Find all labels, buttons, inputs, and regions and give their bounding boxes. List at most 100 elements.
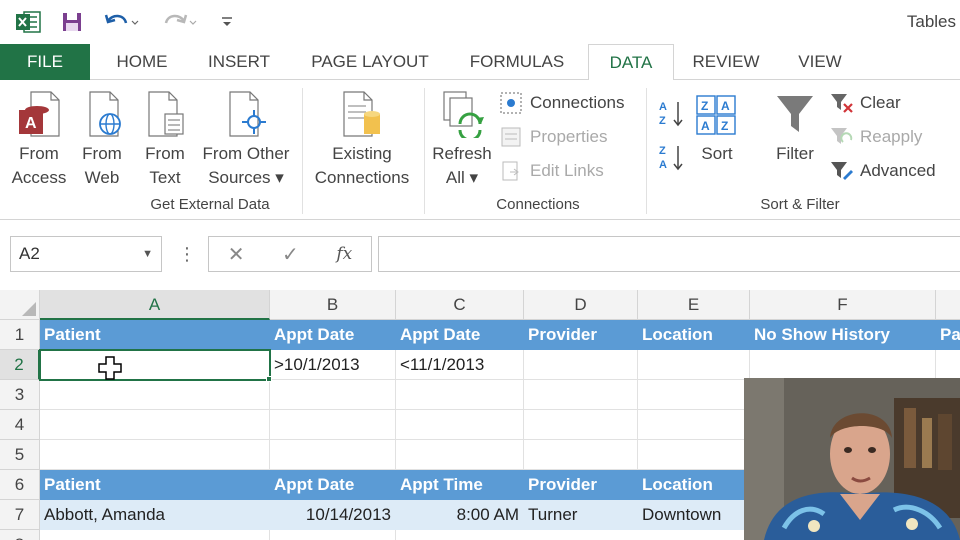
criteria-header-cell[interactable]: Location	[638, 320, 750, 350]
empty-cell[interactable]	[396, 380, 524, 410]
formula-input[interactable]	[378, 236, 960, 272]
row-header[interactable]: 3	[0, 380, 40, 410]
title-bar: Tables	[0, 0, 960, 44]
tab-review[interactable]: REVIEW	[684, 44, 768, 80]
filter-button[interactable]: Filter	[766, 90, 824, 166]
column-header[interactable]: D	[524, 290, 638, 320]
empty-cell[interactable]	[524, 410, 638, 440]
empty-cell[interactable]	[40, 410, 270, 440]
formula-bar-grip-icon[interactable]: ⋮	[178, 244, 196, 265]
redo-icon[interactable]	[160, 8, 200, 36]
empty-cell[interactable]	[396, 410, 524, 440]
criteria-header-cell[interactable]: Pa	[936, 320, 960, 350]
column-header[interactable]	[936, 290, 960, 320]
table-header-cell[interactable]: Location	[638, 470, 750, 500]
clear-filter-button[interactable]: Clear	[830, 90, 901, 116]
empty-cell[interactable]	[638, 410, 750, 440]
row-header[interactable]: 5	[0, 440, 40, 470]
table-cell[interactable]: 8:00 AM	[396, 500, 524, 530]
empty-cell[interactable]	[40, 380, 270, 410]
empty-cell[interactable]	[396, 440, 524, 470]
insert-function-icon[interactable]: fx	[336, 244, 352, 264]
empty-cell[interactable]	[524, 380, 638, 410]
from-access-button[interactable]: A From Access	[8, 90, 70, 190]
criteria-header-cell[interactable]: No Show History	[750, 320, 936, 350]
criteria-cell[interactable]	[936, 350, 960, 380]
connections-button[interactable]: Connections	[500, 90, 625, 116]
empty-cell[interactable]	[270, 380, 396, 410]
tab-insert[interactable]: INSERT	[196, 44, 282, 80]
criteria-cell[interactable]: <11/1/2013	[396, 350, 524, 380]
tab-data[interactable]: DATA	[588, 44, 674, 81]
tab-home[interactable]: HOME	[100, 44, 184, 80]
from-other-label-1: From Other	[202, 144, 290, 163]
table-cell[interactable]: Turner	[524, 500, 638, 530]
table-header-cell[interactable]: Appt Date	[270, 470, 396, 500]
customize-qat-icon[interactable]	[218, 8, 236, 36]
advanced-filter-button[interactable]: Advanced	[830, 158, 936, 184]
cancel-icon[interactable]: ✕	[228, 242, 245, 267]
column-header[interactable]: C	[396, 290, 524, 320]
svg-text:A: A	[659, 101, 667, 113]
row-header[interactable]: 7	[0, 500, 40, 530]
criteria-cell[interactable]	[750, 350, 936, 380]
refresh-all-button[interactable]: Refresh All ▾	[430, 90, 494, 190]
tab-view[interactable]: VIEW	[782, 44, 858, 80]
table-cell[interactable]: 10/14/2013	[270, 500, 396, 530]
window-title: Tables	[906, 12, 956, 31]
criteria-cell[interactable]: >10/1/2013	[270, 350, 396, 380]
table-cell[interactable]: Downtown	[638, 500, 750, 530]
table-cell[interactable]	[270, 530, 396, 540]
column-header[interactable]: B	[270, 290, 396, 320]
criteria-header-cell[interactable]: Appt Date	[396, 320, 524, 350]
tab-page-layout[interactable]: PAGE LAYOUT	[296, 44, 444, 80]
name-box[interactable]: A2 ▼	[10, 236, 162, 272]
criteria-cell[interactable]	[524, 350, 638, 380]
from-text-button[interactable]: From Text	[138, 90, 192, 190]
reapply-button[interactable]: Reapply	[830, 124, 922, 150]
existing-connections-button[interactable]: Existing Connections	[308, 90, 416, 190]
sort-button[interactable]: Z A A Z Sort	[692, 90, 742, 166]
table-header-cell[interactable]: Provider	[524, 470, 638, 500]
text-file-icon	[148, 91, 184, 137]
row-header[interactable]: 6	[0, 470, 40, 500]
sort-z-to-a-button[interactable]: Z A	[658, 144, 686, 171]
select-all-corner[interactable]	[0, 290, 40, 320]
enter-icon[interactable]: ✓	[282, 242, 299, 267]
empty-cell[interactable]	[638, 380, 750, 410]
properties-button[interactable]: Properties	[500, 124, 607, 150]
sort-a-to-z-button[interactable]: A Z	[658, 100, 686, 127]
row-header[interactable]: 4	[0, 410, 40, 440]
empty-cell[interactable]	[524, 440, 638, 470]
empty-cell[interactable]	[638, 440, 750, 470]
row-header[interactable]: 2	[0, 350, 40, 380]
tab-formulas[interactable]: FORMULAS	[458, 44, 576, 80]
empty-cell[interactable]	[40, 440, 270, 470]
table-cell[interactable]: Abbott, Amanda	[40, 500, 270, 530]
row-header[interactable]: 8	[0, 530, 40, 540]
save-icon[interactable]	[58, 8, 86, 36]
criteria-header-cell[interactable]: Provider	[524, 320, 638, 350]
criteria-cell[interactable]	[638, 350, 750, 380]
from-web-label-1: From	[82, 144, 122, 163]
tab-file[interactable]: FILE	[0, 44, 90, 80]
edit-links-button[interactable]: Edit Links	[500, 158, 604, 184]
excel-logo-icon[interactable]	[14, 8, 42, 36]
column-header[interactable]: F	[750, 290, 936, 320]
column-header[interactable]: A	[40, 290, 270, 320]
row-header[interactable]: 1	[0, 320, 40, 350]
empty-cell[interactable]	[270, 410, 396, 440]
table-cell[interactable]	[40, 530, 270, 540]
table-header-cell[interactable]: Patient	[40, 470, 270, 500]
criteria-header-cell[interactable]: Patient	[40, 320, 270, 350]
name-box-dropdown-icon[interactable]: ▼	[142, 237, 153, 271]
empty-cell[interactable]	[270, 440, 396, 470]
fill-handle[interactable]	[266, 376, 272, 382]
sort-ascending-icon: A Z	[659, 101, 683, 127]
from-web-button[interactable]: From Web	[74, 90, 130, 190]
table-header-cell[interactable]: Appt Time	[396, 470, 524, 500]
criteria-header-cell[interactable]: Appt Date	[270, 320, 396, 350]
undo-icon[interactable]	[102, 8, 142, 36]
column-header[interactable]: E	[638, 290, 750, 320]
from-other-sources-button[interactable]: From Other Sources ▾	[196, 90, 296, 190]
